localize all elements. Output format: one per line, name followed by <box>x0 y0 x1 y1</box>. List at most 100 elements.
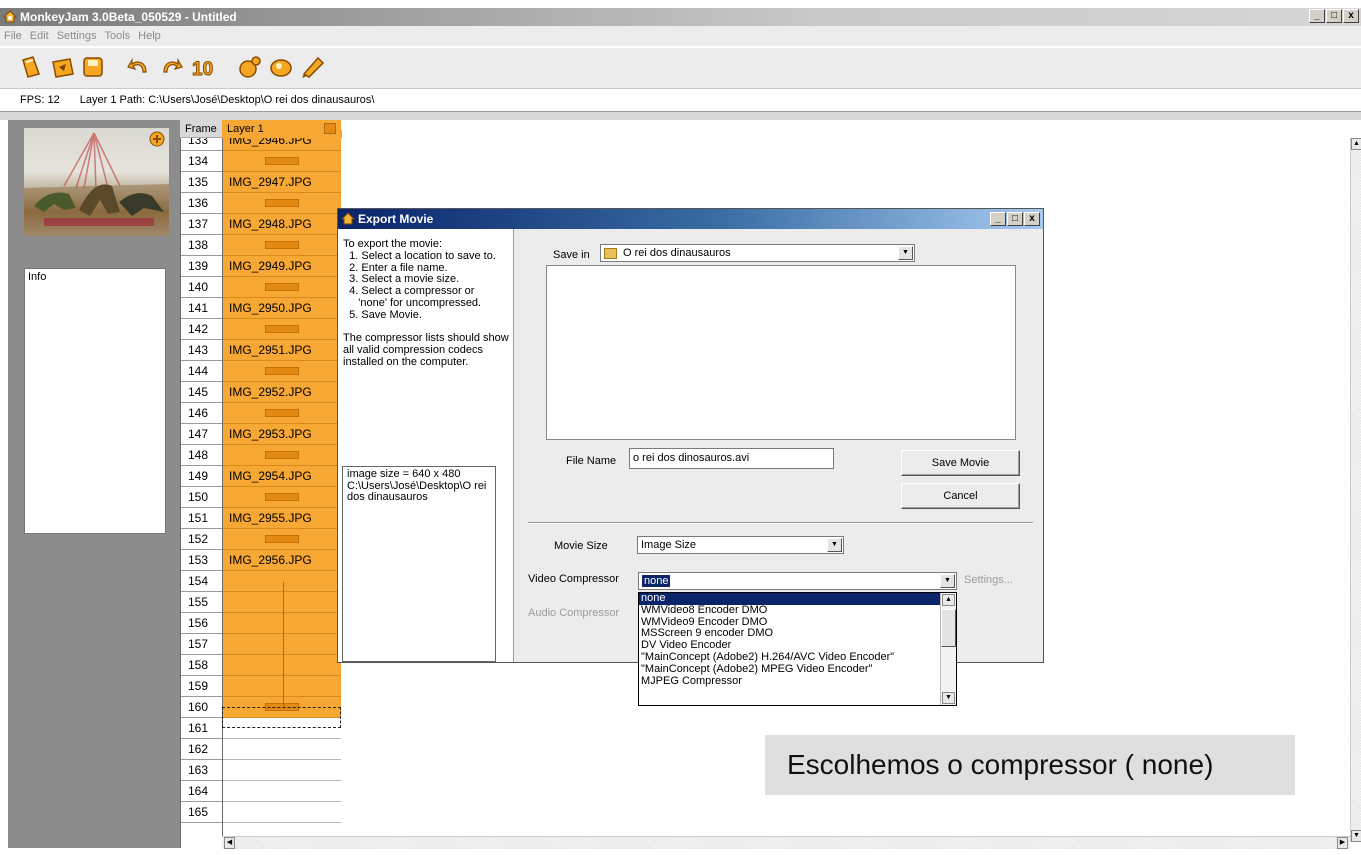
menu-settings[interactable]: Settings <box>57 26 97 46</box>
frame-number-cell[interactable]: 151 <box>181 508 223 529</box>
vertical-scrollbar[interactable]: ▲ ▼ <box>1350 138 1361 842</box>
open-icon[interactable] <box>50 54 76 80</box>
file-list[interactable] <box>546 265 1016 440</box>
dropdown-scrollbar[interactable]: ▲ ▼ <box>940 593 956 705</box>
compressor-option[interactable]: MJPEG Compressor <box>639 675 956 688</box>
layer-frame-cell[interactable] <box>223 277 342 298</box>
scroll-down-arrow-icon[interactable]: ▼ <box>1351 830 1361 842</box>
frame-number-cell[interactable]: 142 <box>181 319 223 340</box>
layer-frame-cell[interactable]: IMG_2947.JPG <box>223 172 342 193</box>
frame-number-cell[interactable]: 136 <box>181 193 223 214</box>
frame-number-cell[interactable]: 144 <box>181 361 223 382</box>
frame-number-cell[interactable]: 163 <box>181 760 223 781</box>
scroll-down-arrow-icon[interactable]: ▼ <box>942 692 955 704</box>
horizontal-scrollbar[interactable]: ◀ ▶ <box>222 836 1350 849</box>
main-title-bar[interactable]: MonkeyJam 3.0Beta_050529 - Untitled _ □ … <box>0 8 1361 26</box>
frame-number-cell[interactable]: 164 <box>181 781 223 802</box>
ten-frames-icon[interactable]: 10 <box>190 54 216 81</box>
menu-file[interactable]: File <box>4 26 22 46</box>
capture-icon[interactable] <box>268 54 294 80</box>
layer-frame-cell[interactable] <box>223 760 342 781</box>
layer-frame-cell[interactable] <box>223 319 342 340</box>
frame-number-cell[interactable]: 161 <box>181 718 223 739</box>
scroll-right-arrow-icon[interactable]: ▶ <box>1337 837 1348 849</box>
layer-frame-cell[interactable] <box>223 235 342 256</box>
layer-frame-cell[interactable]: IMG_2950.JPG <box>223 298 342 319</box>
chevron-down-icon[interactable]: ▼ <box>898 246 913 260</box>
menu-tools[interactable]: Tools <box>104 26 130 46</box>
dialog-close-button[interactable]: x <box>1024 212 1040 226</box>
undo-icon[interactable] <box>126 54 152 80</box>
scroll-left-arrow-icon[interactable]: ◀ <box>224 837 235 849</box>
dialog-title-bar[interactable]: Export Movie _ □ x <box>338 209 1043 229</box>
layer-frame-cell[interactable]: IMG_2949.JPG <box>223 256 342 277</box>
frame-number-cell[interactable]: 135 <box>181 172 223 193</box>
layer-frame-cell[interactable]: IMG_2951.JPG <box>223 340 342 361</box>
chevron-down-icon[interactable]: ▼ <box>827 538 842 552</box>
menu-edit[interactable]: Edit <box>30 26 49 46</box>
frame-number-cell[interactable]: 160 <box>181 697 223 718</box>
frame-number-cell[interactable]: 162 <box>181 739 223 760</box>
dialog-maximize-button[interactable]: □ <box>1007 212 1023 226</box>
settings-button[interactable]: Settings... <box>964 574 1013 586</box>
video-compressor-dropdown-list[interactable]: none WMVideo8 Encoder DMO WMVideo9 Encod… <box>638 592 957 706</box>
compressor-option[interactable]: "MainConcept (Adobe2) MPEG Video Encoder… <box>639 663 956 676</box>
layer-frame-cell[interactable] <box>223 487 342 508</box>
compressor-option[interactable]: WMVideo8 Encoder DMO <box>639 604 956 617</box>
video-compressor-combo[interactable]: none ▼ <box>638 572 957 590</box>
frame-number-cell[interactable]: 159 <box>181 676 223 697</box>
camera-icon[interactable] <box>236 54 262 80</box>
layer-frame-cell[interactable] <box>223 739 342 760</box>
layer-frame-cell[interactable]: IMG_2952.JPG <box>223 382 342 403</box>
frame-number-cell[interactable]: 157 <box>181 634 223 655</box>
redo-icon[interactable] <box>158 54 184 80</box>
layer-1-header[interactable]: Layer 1 <box>222 120 341 138</box>
maximize-button[interactable]: □ <box>1326 9 1342 23</box>
menu-help[interactable]: Help <box>138 26 161 46</box>
frame-number-cell[interactable]: 155 <box>181 592 223 613</box>
frame-number-cell[interactable]: 145 <box>181 382 223 403</box>
frame-number-cell[interactable]: 153 <box>181 550 223 571</box>
frame-number-cell[interactable]: 134 <box>181 151 223 172</box>
layer-frame-cell[interactable] <box>223 361 342 382</box>
new-project-icon[interactable] <box>18 54 44 80</box>
frame-number-cell[interactable]: 152 <box>181 529 223 550</box>
frame-number-cell[interactable]: 150 <box>181 487 223 508</box>
layer-frame-cell[interactable] <box>223 529 342 550</box>
frame-number-cell[interactable]: 148 <box>181 445 223 466</box>
frame-number-cell[interactable]: 158 <box>181 655 223 676</box>
frame-number-cell[interactable]: 149 <box>181 466 223 487</box>
cancel-button[interactable]: Cancel <box>901 483 1020 509</box>
layer-frame-cell[interactable]: IMG_2948.JPG <box>223 214 342 235</box>
close-button[interactable]: x <box>1343 9 1359 23</box>
frame-number-cell[interactable]: 147 <box>181 424 223 445</box>
chevron-down-icon[interactable]: ▼ <box>940 574 955 588</box>
layer-toggle-icon[interactable] <box>324 123 336 134</box>
layer-frame-cell[interactable]: IMG_2956.JPG <box>223 550 342 571</box>
file-name-input[interactable]: o rei dos dinosauros.avi <box>629 448 834 469</box>
frame-number-cell[interactable]: 143 <box>181 340 223 361</box>
frame-number-cell[interactable]: 165 <box>181 802 223 823</box>
frame-number-cell[interactable]: 137 <box>181 214 223 235</box>
frame-number-cell[interactable]: 154 <box>181 571 223 592</box>
layer-frame-cell[interactable]: IMG_2954.JPG <box>223 466 342 487</box>
layer-frame-cell[interactable] <box>223 802 342 823</box>
save-movie-button[interactable]: Save Movie <box>901 450 1020 476</box>
zoom-in-icon[interactable] <box>149 131 165 147</box>
frame-number-cell[interactable]: 141 <box>181 298 223 319</box>
scroll-up-arrow-icon[interactable]: ▲ <box>1351 138 1361 150</box>
layer-frame-cell[interactable] <box>223 193 342 214</box>
save-icon[interactable] <box>80 54 106 80</box>
minimize-button[interactable]: _ <box>1309 9 1325 23</box>
frame-number-cell[interactable]: 156 <box>181 613 223 634</box>
frame-number-cell[interactable]: 140 <box>181 277 223 298</box>
frame-number-cell[interactable]: 138 <box>181 235 223 256</box>
layer-frame-cell[interactable] <box>223 151 342 172</box>
save-in-combo[interactable]: O rei dos dinausauros ▼ <box>600 244 915 262</box>
layer-frame-cell[interactable]: IMG_2955.JPG <box>223 508 342 529</box>
frame-number-cell[interactable]: 139 <box>181 256 223 277</box>
frame-number-cell[interactable]: 146 <box>181 403 223 424</box>
layer-frame-cell[interactable] <box>223 445 342 466</box>
layer-frame-cell[interactable] <box>223 781 342 802</box>
scroll-up-arrow-icon[interactable]: ▲ <box>942 594 955 606</box>
